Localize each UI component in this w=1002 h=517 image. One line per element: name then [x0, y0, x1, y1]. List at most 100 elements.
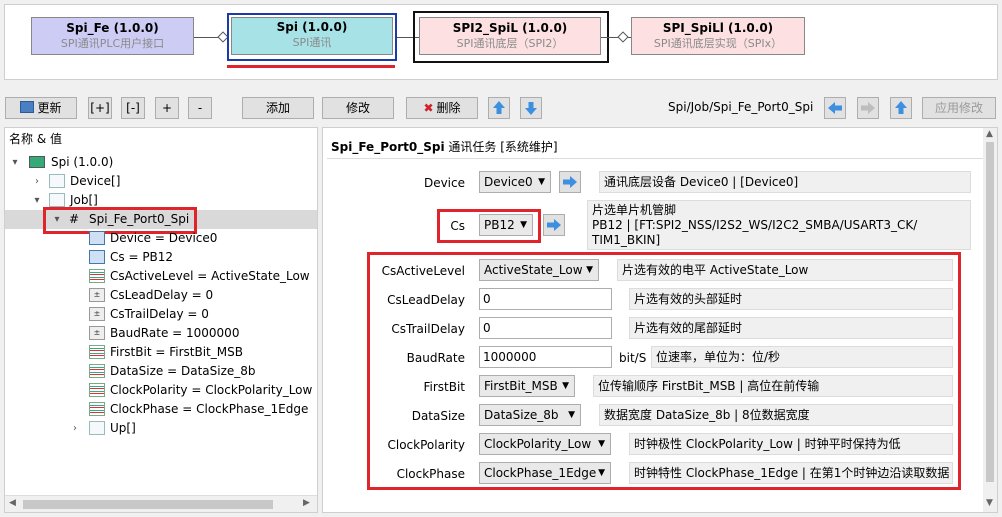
module-spi-fe[interactable]: Spi_Fe (1.0.0) SPI通讯PLC用户接口 [31, 17, 194, 55]
tree-panel: 名称 & 值 ▾ Spi (1.0.0) › Device[] ▾ Job[] … [4, 127, 318, 513]
list-icon [49, 193, 65, 207]
tree-leaf-label: FirstBit = FirstBit_MSB [110, 345, 243, 359]
clock-polarity-label: ClockPolarity [387, 438, 465, 452]
clock-phase-description: 时钟特性 ClockPhase_1Edge | 在第1个时钟边沿读取数据 [629, 462, 953, 484]
refresh-button[interactable]: 更新 [5, 97, 77, 119]
first-bit-select[interactable]: FirstBit_MSB ▼ [479, 375, 575, 397]
panel-title-suffix: 通讯任务 [系统维护] [444, 140, 558, 154]
move-down-button[interactable] [520, 97, 542, 119]
clock-polarity-value: ClockPolarity_Low [484, 437, 592, 451]
tree-leaf[interactable]: DataSize = DataSize_8b [5, 362, 317, 381]
delete-icon: ✖ [423, 101, 434, 115]
device-value: Device0 [484, 175, 533, 189]
tree-leaf[interactable]: Cs = PB12 [5, 248, 317, 267]
module-spi-frame[interactable]: Spi (1.0.0) SPI通讯 [227, 13, 397, 61]
arrow-right-icon [547, 219, 561, 231]
module-chain-area: Spi_Fe (1.0.0) SPI通讯PLC用户接口 Spi (1.0.0) … [4, 4, 998, 80]
first-bit-value: FirstBit_MSB [484, 379, 558, 393]
move-up-button[interactable] [488, 97, 510, 119]
clock-phase-select[interactable]: ClockPhase_1Edge ▼ [479, 462, 611, 484]
delete-label: 删除 [436, 101, 461, 115]
cs-select[interactable]: PB12 ▼ [479, 214, 533, 236]
cs-active-level-select[interactable]: ActiveState_Low ▼ [479, 259, 599, 281]
chevron-down-icon: ▼ [586, 265, 593, 275]
chevron-right-icon[interactable]: › [31, 172, 43, 191]
panel-title: Spi_Fe_Port0_Spi 通讯任务 [系统维护] [331, 138, 558, 155]
cs-jump-button[interactable] [543, 214, 565, 236]
module-title: Spi_Fe (1.0.0) [66, 21, 159, 35]
scroll-up-icon[interactable]: ▲ [986, 129, 993, 139]
tree-leaf-label: CsActiveLevel = ActiveState_Low [110, 269, 310, 283]
horizontal-scrollbar[interactable]: ◀ ▶ [5, 495, 317, 512]
cs-active-level-label: CsActiveLevel [381, 264, 465, 278]
list-icon [89, 421, 105, 435]
current-path: Spi/Job/Spi_Fe_Port0_Spi [668, 100, 814, 114]
module-title: SPI2_SpiL (1.0.0) [452, 21, 568, 35]
module-subtitle: SPI通讯 [292, 36, 332, 49]
cs-active-level-value: ActiveState_Low [484, 263, 583, 277]
clock-polarity-select[interactable]: ClockPolarity_Low ▼ [479, 433, 611, 455]
scrollbar-thumb[interactable] [23, 500, 273, 509]
arrow-left-icon [828, 102, 842, 114]
tree-leaf[interactable]: Device = Device0 [5, 229, 317, 248]
first-bit-label: FirstBit [423, 380, 465, 394]
module-spi-spill[interactable]: SPI_SpiLl (1.0.0) SPI通讯底层实现（SPIx） [631, 17, 805, 55]
tree-leaf[interactable]: ± CsTrailDelay = 0 [5, 305, 317, 324]
data-size-label: DataSize [411, 409, 465, 423]
cs-lead-delay-input[interactable]: 0 [479, 288, 612, 310]
baud-rate-input[interactable]: 1000000 [479, 346, 612, 368]
forward-button[interactable] [857, 97, 879, 119]
arrow-down-icon [525, 102, 537, 115]
delete-button[interactable]: ✖ 删除 [406, 97, 478, 119]
refresh-label: 更新 [37, 101, 62, 115]
scroll-left-icon[interactable]: ◀ [9, 498, 16, 508]
tree-leaf-label: CsTrailDelay = 0 [110, 307, 209, 321]
cs-trail-delay-input[interactable]: 0 [479, 317, 612, 339]
vertical-scrollbar[interactable]: ▲ ▼ [983, 128, 997, 512]
tree-node-label: Spi (1.0.0) [51, 155, 114, 169]
tree-leaf[interactable]: ± BaudRate = 1000000 [5, 324, 317, 343]
tree-leaf-label: Cs = PB12 [110, 250, 174, 264]
scrollbar-thumb[interactable] [986, 142, 994, 482]
increase-button[interactable]: + [155, 97, 179, 119]
data-size-select[interactable]: DataSize_8b ▼ [479, 404, 581, 426]
cs-active-level-description: 片选有效的电平 ActiveState_Low [617, 259, 953, 281]
first-bit-description: 位传输顺序 FirstBit_MSB | 高位在前传输 [593, 375, 953, 397]
chevron-down-icon[interactable]: ▾ [31, 191, 43, 210]
scroll-down-icon[interactable]: ▼ [986, 498, 993, 508]
back-button[interactable] [824, 97, 846, 119]
clock-polarity-description: 时钟极性 ClockPolarity_Low | 时钟平时保持为低 [629, 433, 953, 455]
device-select[interactable]: Device0 ▼ [479, 171, 551, 193]
tree-leaf-label: DataSize = DataSize_8b [110, 364, 256, 378]
arrow-right-icon [563, 176, 577, 188]
module-spi[interactable]: Spi (1.0.0) SPI通讯 [231, 17, 393, 55]
tree-leaf-label: ClockPhase = ClockPhase_1Edge [110, 402, 309, 416]
add-button[interactable]: 添加 [242, 97, 314, 119]
tree-node-up-list[interactable]: › Up[] [5, 419, 317, 438]
cs-trail-delay-description: 片选有效的尾部延时 [629, 317, 953, 339]
collapse-all-button[interactable]: [-] [121, 97, 145, 119]
module-spi2-spil[interactable]: SPI2_SpiL (1.0.0) SPI通讯底层（SPI2） [419, 17, 601, 55]
tree-leaf[interactable]: ClockPhase = ClockPhase_1Edge [5, 400, 317, 419]
device-jump-button[interactable] [559, 171, 581, 193]
reference-icon [89, 231, 105, 245]
edit-button[interactable]: 修改 [322, 97, 394, 119]
apply-changes-button[interactable]: 应用修改 [922, 97, 996, 119]
decrease-button[interactable]: - [188, 97, 212, 119]
chevron-right-icon[interactable]: › [69, 419, 81, 438]
number-icon: ± [89, 307, 105, 321]
scroll-right-icon[interactable]: ▶ [303, 498, 310, 508]
tree-node-root[interactable]: ▾ Spi (1.0.0) [5, 153, 317, 172]
tree-leaf[interactable]: ClockPolarity = ClockPolarity_Low [5, 381, 317, 400]
baud-rate-unit: bit/S [619, 351, 647, 365]
tree-leaf[interactable]: ± CsLeadDelay = 0 [5, 286, 317, 305]
expand-all-button[interactable]: [+] [88, 97, 112, 119]
tree-node-device-list[interactable]: › Device[] [5, 172, 317, 191]
enum-icon [89, 383, 105, 397]
tree-leaf[interactable]: CsActiveLevel = ActiveState_Low [5, 267, 317, 286]
cs-lead-delay-description: 片选有效的头部延时 [629, 288, 953, 310]
tree-leaf[interactable]: FirstBit = FirstBit_MSB [5, 343, 317, 362]
parent-button[interactable] [890, 97, 912, 119]
tree-leaf-label: CsLeadDelay = 0 [110, 288, 214, 302]
chevron-down-icon[interactable]: ▾ [9, 153, 21, 172]
